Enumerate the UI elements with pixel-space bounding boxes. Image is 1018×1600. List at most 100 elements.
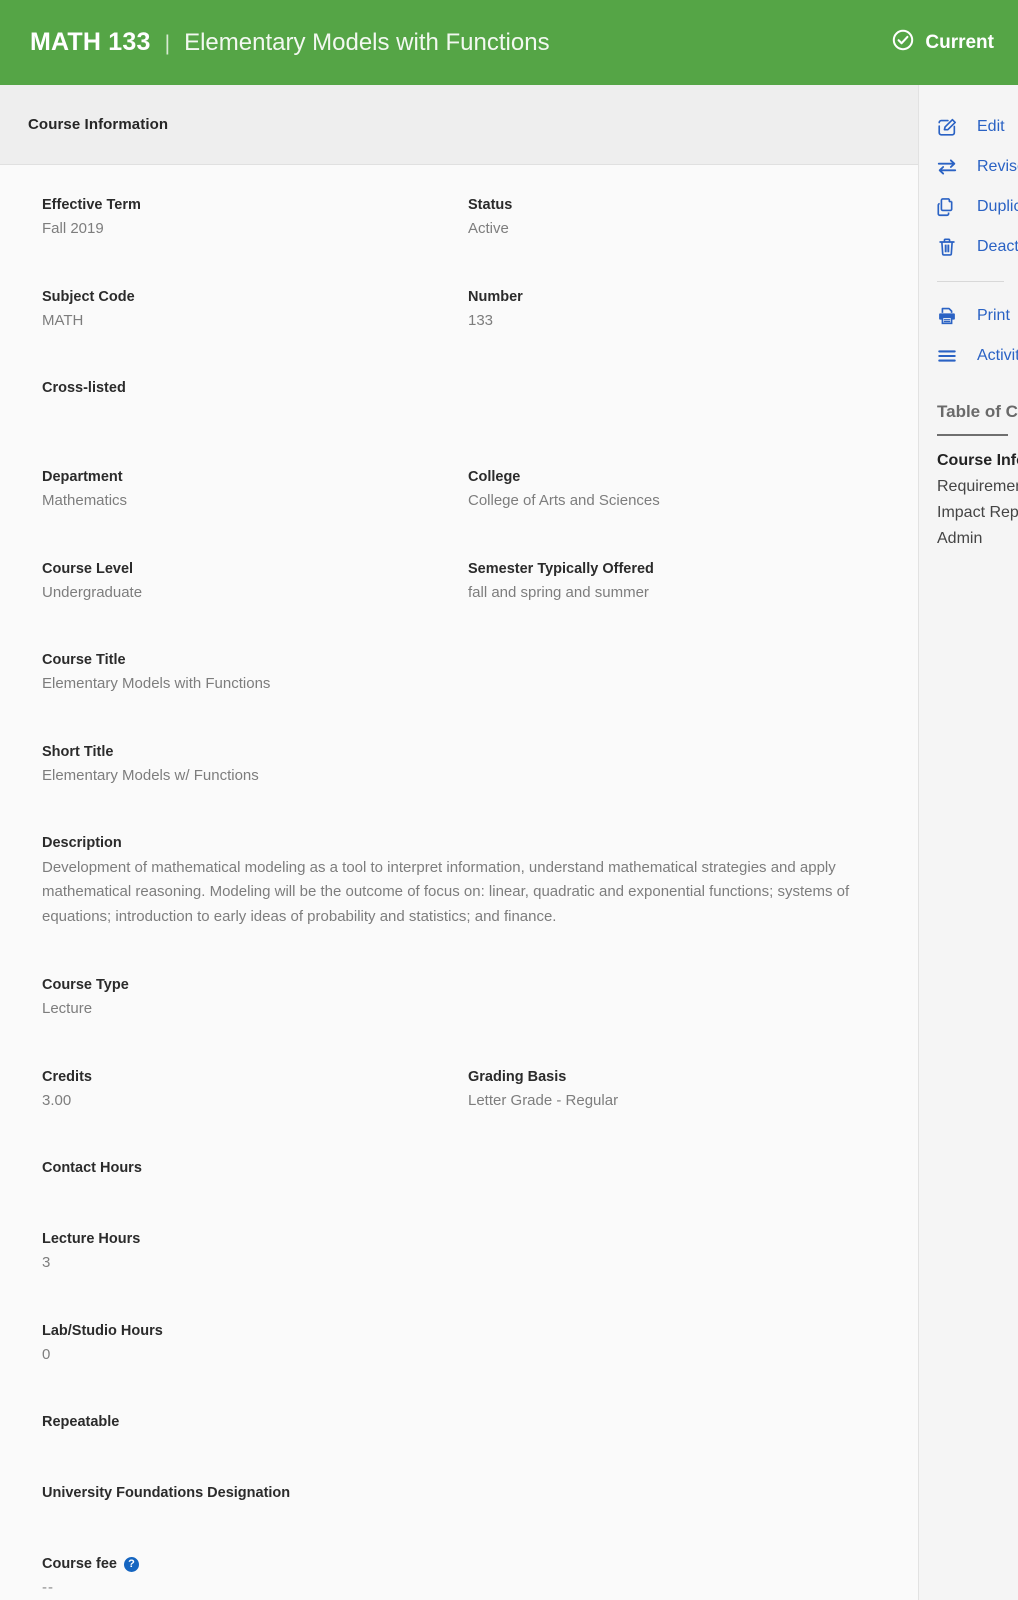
status-badge: Current bbox=[891, 28, 994, 57]
duplicate-icon bbox=[935, 195, 959, 219]
check-circle-icon bbox=[891, 28, 915, 57]
toc-item-impact-report[interactable]: Impact Report bbox=[937, 500, 1018, 526]
action-label: Edit bbox=[977, 118, 1005, 135]
course-information-panel: Effective Term Fall 2019 Status Active S… bbox=[0, 165, 918, 1600]
field-value: -- bbox=[42, 1579, 54, 1597]
table-of-contents-title: Table of Contents bbox=[937, 402, 1018, 421]
field-status: Status Active bbox=[468, 195, 894, 241]
action-label: Activity bbox=[977, 347, 1018, 364]
field-label: Department bbox=[42, 469, 123, 486]
table-of-contents-divider bbox=[937, 434, 1008, 436]
field-value: Development of mathematical modeling as … bbox=[42, 859, 850, 925]
field-row-cross-listed: Cross-listed bbox=[42, 378, 894, 403]
action-activity[interactable]: Activity bbox=[919, 336, 1018, 376]
field-department: Department Mathematics bbox=[42, 467, 468, 513]
field-label-with-help: Course fee ? bbox=[42, 1554, 864, 1575]
section-title: Course Information bbox=[28, 116, 169, 133]
field-value: Lecture bbox=[42, 1000, 93, 1018]
field-contact-hours: Contact Hours bbox=[42, 1158, 894, 1183]
field-label: Effective Term bbox=[42, 197, 141, 213]
field-label: Grading Basis bbox=[468, 1068, 567, 1085]
field-value: Active bbox=[468, 220, 509, 238]
field-short-title: Short Title Elementary Models w/ Functio… bbox=[42, 742, 894, 788]
field-row-course-fee: Course fee ? -- bbox=[42, 1554, 894, 1600]
field-label: University Foundations Designation bbox=[42, 1485, 291, 1502]
field-row-university-foundations: University Foundations Designation bbox=[42, 1483, 894, 1508]
field-label: Description bbox=[42, 835, 122, 852]
printer-icon bbox=[935, 304, 959, 328]
field-row-course-type: Course Type Lecture bbox=[42, 975, 894, 1021]
header-separator: | bbox=[164, 32, 171, 55]
field-value: College of Arts and Sciences bbox=[468, 492, 660, 510]
help-icon[interactable]: ? bbox=[123, 1557, 139, 1573]
field-course-title: Course Title Elementary Models with Func… bbox=[42, 650, 894, 696]
field-grading-basis: Grading Basis Letter Grade - Regular bbox=[468, 1067, 894, 1113]
field-value: Mathematics bbox=[42, 492, 128, 510]
action-edit[interactable]: Edit bbox=[919, 107, 1018, 147]
action-label: Print bbox=[977, 307, 1010, 324]
field-row-credits-grading: Credits 3.00 Grading Basis Letter Grade … bbox=[42, 1067, 894, 1113]
field-credits: Credits 3.00 bbox=[42, 1067, 468, 1113]
field-row-contact-hours: Contact Hours bbox=[42, 1158, 894, 1183]
field-label: Course Level bbox=[42, 560, 134, 577]
action-label: Duplicate bbox=[977, 198, 1018, 215]
field-label: Course Title bbox=[42, 652, 126, 669]
field-label: Lab/Studio Hours bbox=[42, 1322, 163, 1339]
action-label: Deactivate bbox=[977, 238, 1018, 255]
field-lab-studio-hours: Lab/Studio Hours 0 bbox=[42, 1321, 894, 1367]
field-value: fall and spring and summer bbox=[468, 583, 649, 601]
field-row-level-semester: Course Level Undergraduate Semester Typi… bbox=[42, 559, 894, 605]
field-label: Lecture Hours bbox=[42, 1231, 141, 1248]
action-label: Revise bbox=[977, 158, 1018, 175]
section-header-bar: Course Information bbox=[0, 85, 918, 165]
toc-item-admin[interactable]: Admin bbox=[937, 526, 1018, 552]
field-value: 133 bbox=[468, 311, 494, 329]
field-row-subject-number: Subject Code MATH Number 133 bbox=[42, 287, 894, 333]
toc-item-requirements[interactable]: Requirements bbox=[937, 474, 1018, 500]
action-print[interactable]: Print bbox=[919, 296, 1018, 336]
field-label: Status bbox=[468, 197, 513, 213]
field-row-description: Description Development of mathematical … bbox=[42, 833, 894, 929]
action-duplicate[interactable]: Duplicate bbox=[919, 187, 1018, 227]
field-value: Letter Grade - Regular bbox=[468, 1091, 619, 1109]
field-effective-term: Effective Term Fall 2019 bbox=[42, 195, 468, 241]
table-of-contents-list: Course Information Requirements Impact R… bbox=[919, 448, 1018, 552]
field-row-lecture-hours: Lecture Hours 3 bbox=[42, 1229, 894, 1275]
field-label: Credits bbox=[42, 1068, 92, 1085]
course-code: MATH 133 bbox=[30, 28, 151, 56]
page-header: MATH 133 | Elementary Models with Functi… bbox=[0, 0, 1018, 85]
field-label: Subject Code bbox=[42, 288, 135, 305]
field-row-short-title: Short Title Elementary Models w/ Functio… bbox=[42, 742, 894, 788]
action-divider bbox=[937, 281, 1004, 282]
field-number: Number 133 bbox=[468, 287, 894, 333]
field-value: 3.00 bbox=[42, 1091, 72, 1109]
field-label: Course Type bbox=[42, 977, 129, 994]
field-value: 3 bbox=[42, 1254, 51, 1272]
field-value bbox=[42, 1506, 864, 1508]
field-value bbox=[42, 1181, 864, 1183]
course-name: Elementary Models with Functions bbox=[184, 29, 550, 56]
field-value: Fall 2019 bbox=[42, 220, 104, 238]
field-value bbox=[42, 1435, 864, 1437]
action-deactivate[interactable]: Deactivate bbox=[919, 227, 1018, 267]
field-row-course-title: Course Title Elementary Models with Func… bbox=[42, 650, 894, 696]
header-title-group: MATH 133 | Elementary Models with Functi… bbox=[30, 28, 891, 57]
toc-item-course-information[interactable]: Course Information bbox=[937, 448, 1018, 474]
edit-icon bbox=[935, 115, 959, 139]
action-revise[interactable]: Revise bbox=[919, 147, 1018, 187]
field-description: Description Development of mathematical … bbox=[42, 833, 894, 929]
field-row-department-college: Department Mathematics College College o… bbox=[42, 467, 894, 513]
